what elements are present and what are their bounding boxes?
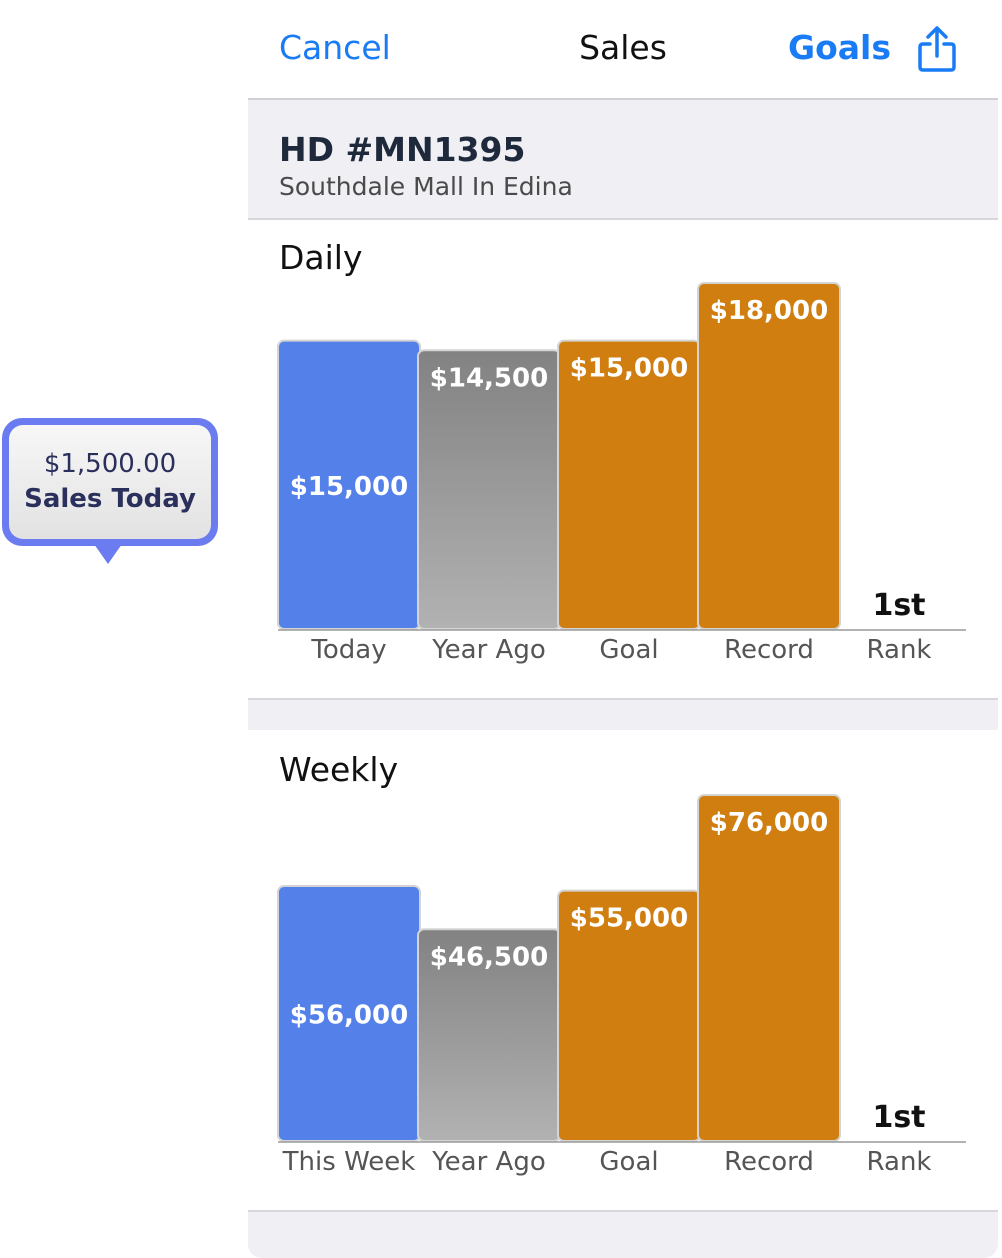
bar-value-label: $14,500	[430, 363, 548, 393]
category-label: Goal	[599, 1147, 658, 1177]
bar-value-label: $55,000	[570, 904, 688, 934]
weekly-chart: $56,000 This Week $46,500 Year Ago $55,000 Go…	[277, 794, 966, 1177]
callout-tail	[94, 544, 122, 564]
bar-record	[697, 282, 841, 630]
bar-record	[697, 794, 841, 1142]
section-divider	[248, 698, 998, 730]
bar-value-label: $46,500	[430, 942, 548, 972]
callout-body: $1,500.00 Sales Today	[9, 425, 211, 539]
category-label: Record	[724, 635, 814, 665]
store-name: Southdale Mall In Edina	[279, 172, 573, 201]
weekly-section: Weekly $56,000 This Week $46,500 Year Ago $5…	[248, 732, 998, 1210]
daily-chart: $15,000 Today $14,500 Year Ago $15,000 Goal $1…	[277, 282, 966, 665]
sales-popover: Cancel Sales Goals HD #MN1395 Southdale …	[248, 0, 998, 1258]
section-divider	[248, 1210, 998, 1258]
daily-section: Daily $15,000 Today $14,500 Year Ago $15,000…	[248, 220, 998, 698]
share-icon[interactable]	[916, 24, 958, 74]
rank-value: 1st	[872, 588, 925, 623]
bar-value-label: $76,000	[710, 808, 828, 838]
bar-value-label: $15,000	[290, 472, 408, 502]
callout-label: Sales Today	[24, 484, 196, 514]
category-label: Today	[310, 635, 386, 665]
bar-value-label: $18,000	[710, 296, 828, 326]
bar-goal	[557, 339, 701, 631]
category-label: Year Ago	[431, 635, 546, 665]
store-id: HD #MN1395	[279, 130, 526, 169]
navigation-bar: Cancel Sales Goals	[248, 0, 998, 100]
goals-button[interactable]: Goals	[788, 28, 891, 67]
category-label: Goal	[599, 635, 658, 665]
category-label: Rank	[867, 1147, 932, 1177]
category-label: Rank	[867, 635, 932, 665]
sales-today-callout[interactable]: $1,500.00 Sales Today	[2, 418, 218, 546]
store-header: HD #MN1395 Southdale Mall In Edina	[248, 100, 998, 220]
callout-value: $1,500.00	[43, 449, 177, 479]
category-label: This Week	[282, 1147, 416, 1177]
bar-value-label: $15,000	[570, 354, 688, 384]
category-label: Year Ago	[431, 1147, 546, 1177]
category-label: Record	[724, 1147, 814, 1177]
rank-value: 1st	[872, 1100, 925, 1135]
bar-value-label: $56,000	[290, 1001, 408, 1031]
